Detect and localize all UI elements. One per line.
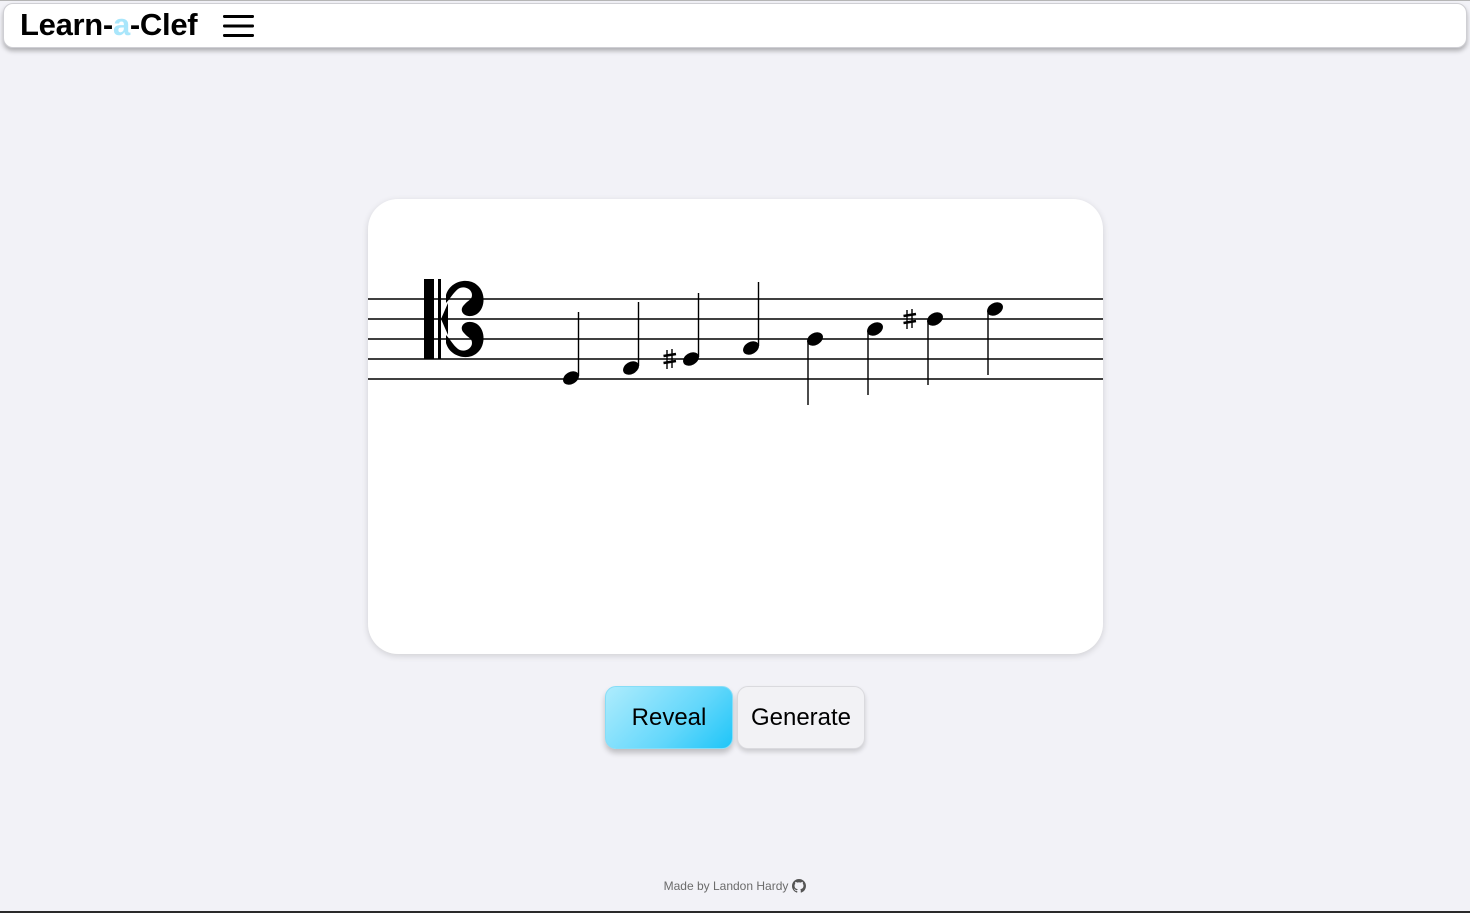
note-1: [563, 312, 580, 385]
note-6: [867, 322, 883, 395]
logo-text-a: a: [112, 7, 130, 42]
github-icon[interactable]: [792, 879, 807, 893]
reveal-button-label: Reveal: [631, 703, 707, 731]
note-5: [807, 332, 823, 405]
footer-credit-text: Made by Landon Hardy: [663, 879, 789, 893]
logo-text-clef: -Clef: [129, 7, 198, 42]
app-logo[interactable]: Learn-a-Clef: [20, 5, 198, 45]
footer: Made by Landon Hardy: [0, 879, 1470, 893]
top-nav-bar: Learn-a-Clef: [3, 3, 1467, 48]
hamburger-menu-icon[interactable]: [223, 14, 254, 38]
sheet-music-card: [368, 199, 1103, 654]
app-page: Learn-a-Clef Reveal Generate Made by Lan…: [0, 0, 1470, 913]
generate-button[interactable]: Generate: [737, 686, 865, 749]
note-3: [663, 293, 700, 369]
note-7: [903, 309, 943, 385]
logo-text-learn: Learn-: [20, 7, 113, 42]
note-8: [987, 302, 1003, 375]
generate-button-label: Generate: [750, 703, 852, 731]
music-staff: [368, 279, 1103, 405]
reveal-button[interactable]: Reveal: [605, 686, 733, 749]
